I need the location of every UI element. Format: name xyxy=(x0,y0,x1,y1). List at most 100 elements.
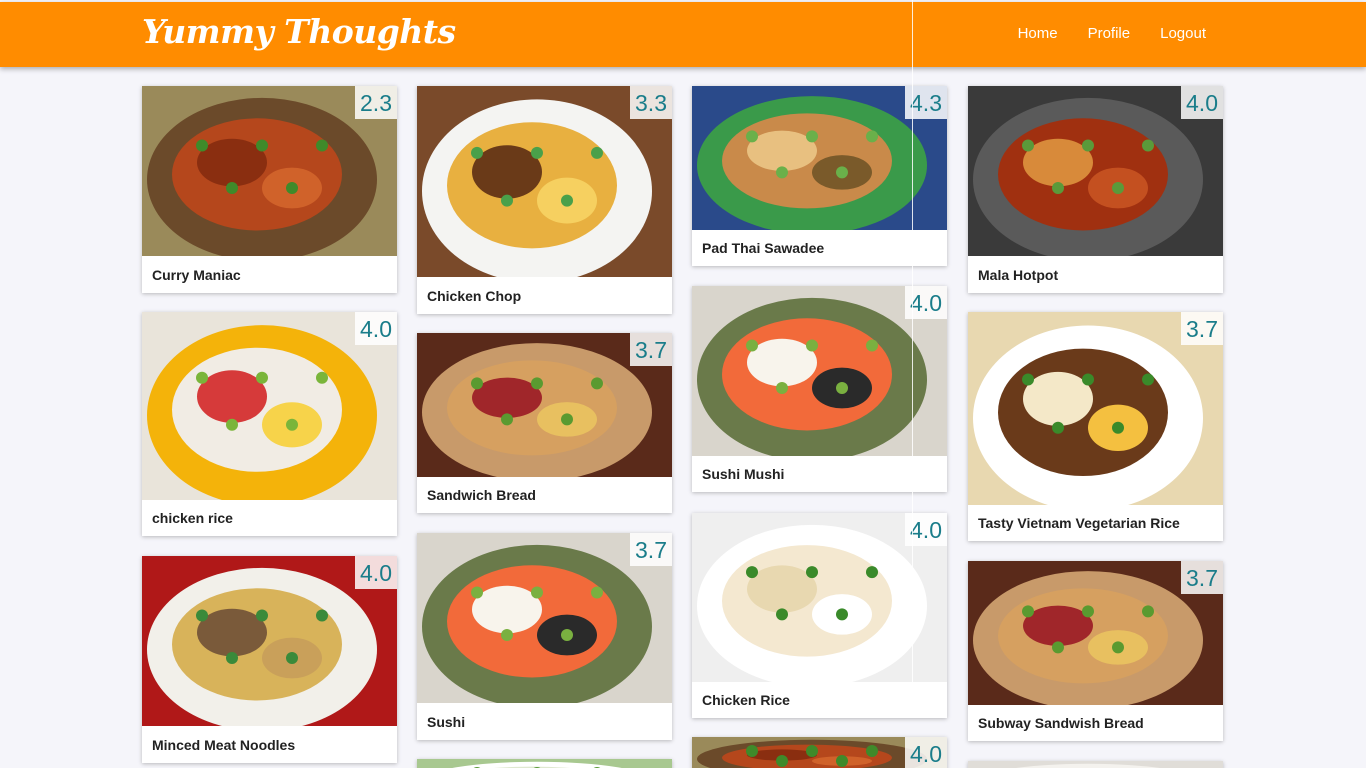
restaurant-card-sushi[interactable]: 3.7 Sushi xyxy=(417,533,672,740)
rating-badge: 3.7 xyxy=(1181,312,1223,345)
nav-logout-link[interactable]: Logout xyxy=(1160,25,1206,42)
garnish-dot xyxy=(836,166,848,179)
garnish-dot xyxy=(1022,373,1034,386)
garnish-dot xyxy=(1142,605,1154,618)
nav-home-link[interactable]: Home xyxy=(1018,25,1058,42)
garnish-dot xyxy=(806,130,818,143)
card-title: chicken rice xyxy=(152,510,233,526)
card-title: Sandwich Bread xyxy=(427,487,536,503)
restaurant-card-chicken-chop[interactable]: 3.3 Chicken Chop xyxy=(417,86,672,314)
garnish-dot xyxy=(531,146,543,159)
card-title: Mala Hotpot xyxy=(978,267,1059,283)
card-title: Curry Maniac xyxy=(152,267,241,283)
garnish-dot xyxy=(776,755,788,767)
garnish-dot xyxy=(256,371,268,384)
garnish-dot xyxy=(591,586,603,599)
restaurant-card-sushi-mushi[interactable]: 4.0 Sushi Mushi xyxy=(692,286,947,492)
food-illustration xyxy=(968,761,1223,768)
garnish-dot xyxy=(196,139,208,152)
garnish-dot xyxy=(591,146,603,159)
garnish-dot xyxy=(316,609,328,622)
restaurant-card-chicken-rice[interactable]: 4.0 Chicken Rice xyxy=(692,513,947,718)
garnish-dot xyxy=(286,182,298,194)
garnish-dot xyxy=(316,371,328,384)
brand-logo[interactable]: Yummy Thoughts xyxy=(142,12,456,51)
garnish-dot xyxy=(1142,139,1154,152)
garnish-dot xyxy=(316,139,328,152)
garnish-dot xyxy=(746,130,758,143)
garnish-dot xyxy=(1082,373,1094,386)
garnish-dot xyxy=(866,745,878,757)
garnish-dot xyxy=(806,339,818,352)
restaurant-card-subway-sandwish-bread[interactable]: 3.7 Subway Sandwish Bread xyxy=(968,561,1223,741)
restaurant-card-pad-thai-sawadee[interactable]: 4.3 Pad Thai Sawadee xyxy=(692,86,947,266)
food-photo xyxy=(417,759,672,768)
garnish-dot xyxy=(226,182,238,194)
card-title: Minced Meat Noodles xyxy=(152,737,296,753)
garnish-dot xyxy=(256,609,268,622)
rating-badge: 2.3 xyxy=(355,86,397,119)
garnish-dot xyxy=(1112,641,1124,654)
garnish-dot xyxy=(836,608,848,621)
rating-badge: 3.7 xyxy=(630,333,672,366)
card-title: Chicken Chop xyxy=(427,288,522,304)
restaurant-card-partial[interactable] xyxy=(417,759,672,768)
garnish-dot xyxy=(836,382,848,394)
garnish-dot xyxy=(1052,641,1064,654)
garnish-dot xyxy=(561,413,573,426)
garnish-dot xyxy=(591,377,603,390)
restaurant-card-chicken-rice-dessert[interactable]: 4.0 chicken rice xyxy=(142,312,397,536)
garnish-dot xyxy=(1112,182,1124,194)
garnish-dot xyxy=(1142,373,1154,386)
card-title: Pad Thai Sawadee xyxy=(702,240,825,256)
restaurant-card-mala-hotpot[interactable]: 4.0 Mala Hotpot xyxy=(968,86,1223,293)
top-navbar: Yummy Thoughts Home Profile Logout xyxy=(0,2,1366,67)
rating-badge: 3.3 xyxy=(630,86,672,119)
card-title: Tasty Vietnam Vegetarian Rice xyxy=(978,515,1180,531)
garnish-dot xyxy=(776,382,788,394)
garnish-dot xyxy=(1052,421,1064,434)
rating-badge: 3.7 xyxy=(630,533,672,566)
garnish-dot xyxy=(501,629,513,641)
rating-badge: 4.0 xyxy=(905,737,947,768)
garnish-dot xyxy=(531,377,543,390)
nav-links: Home Profile Logout xyxy=(1018,25,1206,42)
rating-badge: 3.7 xyxy=(1181,561,1223,594)
food-photo xyxy=(968,761,1223,768)
garnish-dot xyxy=(256,139,268,152)
garnish-dot xyxy=(226,418,238,431)
garnish-dot xyxy=(866,339,878,352)
restaurant-card-minced-meat-noodles[interactable]: 4.0 Minced Meat Noodles xyxy=(142,556,397,763)
restaurant-card-tasty-vietnam-vegetarian-rice[interactable]: 3.7 Tasty Vietnam Vegetarian Rice xyxy=(968,312,1223,541)
garnish-dot xyxy=(1052,182,1064,194)
garnish-dot xyxy=(1112,421,1124,434)
garnish-dot xyxy=(866,130,878,143)
garnish-dot xyxy=(1082,139,1094,152)
rating-badge: 4.0 xyxy=(355,556,397,589)
garnish-dot xyxy=(286,418,298,431)
garnish-dot xyxy=(776,608,788,621)
garnish-dot xyxy=(561,629,573,641)
garnish-dot xyxy=(531,586,543,599)
garnish-dot xyxy=(776,166,788,179)
garnish-dot xyxy=(501,194,513,207)
card-title: Chicken Rice xyxy=(702,692,790,708)
restaurant-card-partial[interactable]: 4.0 xyxy=(692,737,947,768)
garnish-dot xyxy=(806,566,818,579)
garnish-dot xyxy=(746,339,758,352)
garnish-dot xyxy=(471,146,483,159)
garnish-dot xyxy=(1022,139,1034,152)
garnish-dot xyxy=(806,745,818,757)
garnish-dot xyxy=(746,566,758,579)
card-title: Subway Sandwish Bread xyxy=(978,715,1144,731)
rating-badge: 4.0 xyxy=(355,312,397,345)
garnish-dot xyxy=(1022,605,1034,618)
restaurant-card-curry-maniac[interactable]: 2.3 Curry Maniac xyxy=(142,86,397,293)
garnish-dot xyxy=(471,586,483,599)
garnish-dot xyxy=(471,377,483,390)
restaurant-card-sandwich-bread[interactable]: 3.7 Sandwich Bread xyxy=(417,333,672,513)
nav-profile-link[interactable]: Profile xyxy=(1088,25,1131,42)
restaurant-card-partial[interactable] xyxy=(968,761,1223,768)
garnish-dot xyxy=(196,609,208,622)
garnish-dot xyxy=(746,745,758,757)
